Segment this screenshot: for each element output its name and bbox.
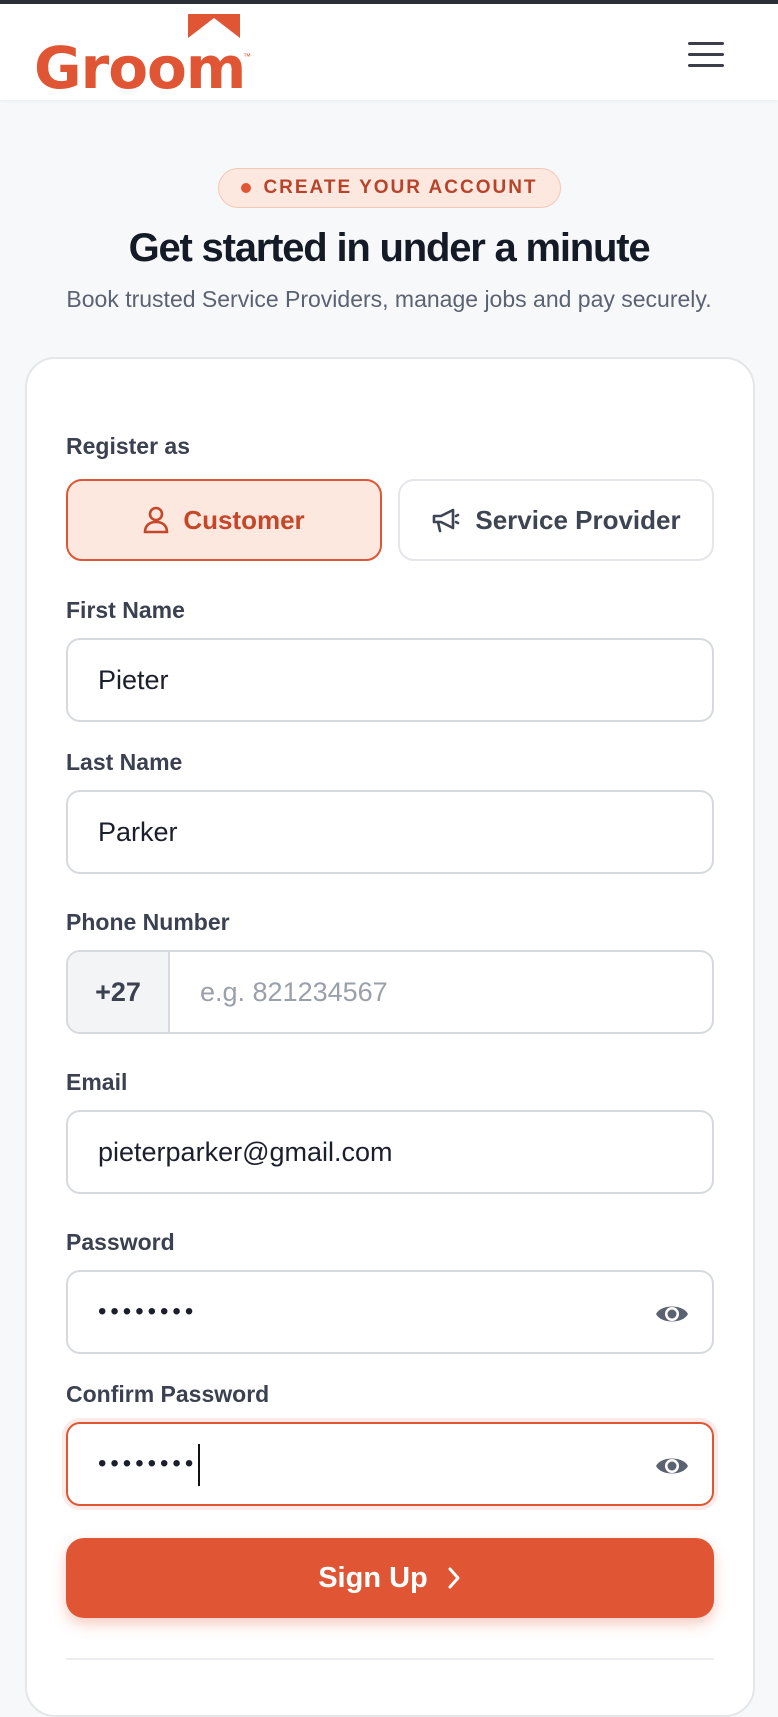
first-name-field [66,638,714,722]
first-name-label: First Name [66,597,185,623]
sign-up-label: Sign Up [318,1561,428,1594]
trademark-mark: ™ [243,52,251,61]
phone-number-field: +27 [66,950,714,1034]
last-name-field [66,790,714,874]
page-subtitle: Book trusted Service Providers, manage j… [66,286,712,312]
role-customer-label: Customer [183,504,305,535]
form-divider [66,1658,714,1660]
email-input[interactable] [68,1112,712,1192]
hamburger-menu-icon[interactable] [688,34,728,74]
create-account-badge: CREATE YOUR ACCOUNT [218,168,561,208]
confirm-password-field [66,1422,714,1506]
site-header: Groom ™ [0,4,778,100]
badge-dot-icon [241,183,252,193]
eye-icon[interactable] [654,1448,690,1484]
logo-wordmark: Groom [34,34,246,102]
signup-card [25,357,755,1717]
role-customer-button[interactable]: Customer [66,479,382,561]
eye-icon[interactable] [654,1296,690,1332]
page-title: Get started in under a minute [128,226,651,270]
phone-number-label: Phone Number [66,909,230,935]
megaphone-icon [433,508,460,533]
first-name-input[interactable] [68,640,712,720]
confirm-password-label: Confirm Password [66,1381,270,1407]
text-cursor [198,1444,200,1486]
country-code-prefix: +27 [68,952,170,1032]
sign-up-button[interactable]: Sign Up [66,1538,714,1618]
last-name-label: Last Name [66,749,183,775]
email-label: Email [66,1069,128,1095]
password-input[interactable] [68,1272,712,1352]
role-provider-label: Service Provider [475,504,681,535]
groom-logo[interactable]: Groom ™ [34,14,264,98]
password-field [66,1270,714,1354]
last-name-input[interactable] [68,792,712,872]
role-service-provider-button[interactable]: Service Provider [398,479,714,561]
register-as-label: Register as [66,433,191,459]
phone-number-input[interactable] [170,952,712,1032]
person-icon [144,506,169,534]
chevron-right-icon [448,1567,460,1589]
confirm-password-input[interactable] [68,1424,712,1504]
email-field [66,1110,714,1194]
badge-label: CREATE YOUR ACCOUNT [263,177,538,198]
password-label: Password [66,1229,175,1255]
